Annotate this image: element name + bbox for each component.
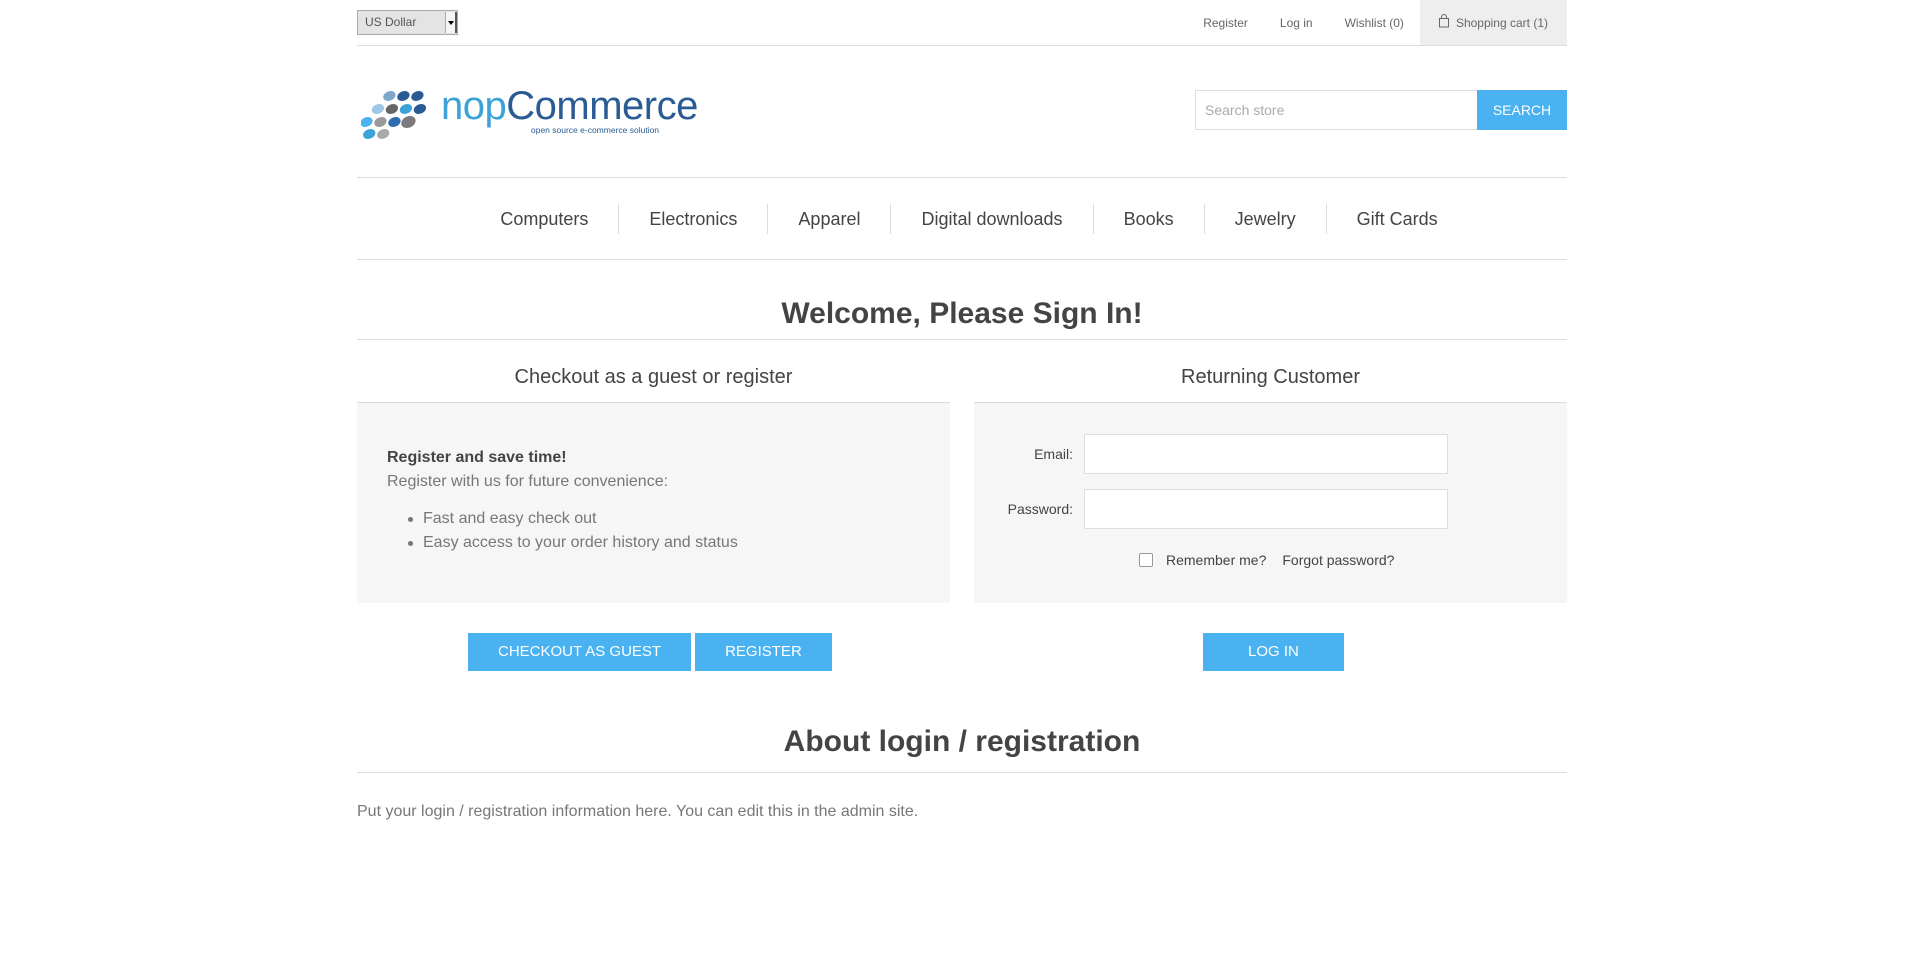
menu-item-electronics[interactable]: Electronics xyxy=(618,203,767,234)
list-item: Easy access to your order history and st… xyxy=(387,531,738,555)
email-row: Email: xyxy=(974,434,1448,474)
register-headline: Register and save time! xyxy=(387,449,567,466)
menu-item-gift-cards[interactable]: Gift Cards xyxy=(1325,203,1468,234)
search-button[interactable]: SEARCH xyxy=(1477,90,1567,130)
header-links: Register Log in Wishlist (0) Shopping ca… xyxy=(1187,0,1567,45)
remember-me-label[interactable]: Remember me? xyxy=(1166,552,1266,568)
returning-customer-section: Returning Customer Email: Password: Reme… xyxy=(974,340,1567,603)
register-description: Register with us for future convenience: xyxy=(387,473,669,490)
returning-section-title: Returning Customer xyxy=(974,340,1567,403)
checkout-as-guest-button[interactable]: CHECKOUT AS GUEST xyxy=(468,633,692,671)
menu-item-digital-downloads[interactable]: Digital downloads xyxy=(890,203,1092,234)
logo-wordmark-nop: nop xyxy=(441,84,507,128)
guest-buttons: CHECKOUT AS GUEST REGISTER xyxy=(468,633,832,671)
login-form: Email: Password: Remember me? Forgot pas… xyxy=(974,403,1567,603)
logo-wordmark-commerce: Commerce xyxy=(506,84,698,128)
shopping-cart-label: Shopping cart (1) xyxy=(1455,15,1548,30)
remember-me-checkbox[interactable] xyxy=(1139,553,1153,567)
register-button[interactable]: REGISTER xyxy=(695,633,832,671)
forgot-password-link[interactable]: Forgot password? xyxy=(1282,552,1394,568)
list-item: Fast and easy check out xyxy=(387,507,738,531)
logo-wordmark: nopCommerce xyxy=(441,82,698,130)
menu-item-books[interactable]: Books xyxy=(1092,203,1204,234)
header-lower: nopCommerce open source e-commerce solut… xyxy=(357,46,1567,178)
logo-tagline: open source e-commerce solution xyxy=(531,125,660,135)
logo-dots-icon xyxy=(361,91,427,139)
guest-section-title: Checkout as a guest or register xyxy=(357,340,950,403)
header-upper: US Dollar Register Log in Wishlist (0) S… xyxy=(357,0,1567,46)
register-link[interactable]: Register xyxy=(1187,0,1264,45)
currency-select[interactable]: US Dollar xyxy=(357,10,458,35)
menu-item-computers[interactable]: Computers xyxy=(469,204,618,234)
guest-register-section: Checkout as a guest or register Register… xyxy=(357,340,950,603)
login-link[interactable]: Log in xyxy=(1264,0,1329,45)
password-row: Password: xyxy=(974,489,1448,529)
shopping-bag-icon xyxy=(1438,13,1450,28)
currency-selected-value: US Dollar xyxy=(365,15,417,29)
shopping-cart-link[interactable]: Shopping cart (1) xyxy=(1419,0,1567,45)
search-box: SEARCH xyxy=(1195,90,1567,130)
remember-row: Remember me? Forgot password? xyxy=(1139,552,1394,568)
search-input[interactable] xyxy=(1195,90,1477,130)
email-label: Email: xyxy=(1034,446,1073,462)
menu-item-apparel[interactable]: Apparel xyxy=(767,203,890,234)
register-benefits-list: Fast and easy check out Easy access to y… xyxy=(387,507,738,555)
guest-section-body: Register and save time! Register with us… xyxy=(357,403,950,603)
top-menu: Computers Electronics Apparel Digital do… xyxy=(357,178,1567,260)
password-label: Password: xyxy=(1007,501,1073,517)
password-field[interactable] xyxy=(1084,489,1448,529)
chevron-down-icon xyxy=(445,12,457,33)
about-title: About login / registration xyxy=(357,674,1567,773)
page-title: Welcome, Please Sign In! xyxy=(357,260,1567,340)
login-button[interactable]: LOG IN xyxy=(1203,633,1344,671)
store-logo[interactable]: nopCommerce open source e-commerce solut… xyxy=(361,82,698,142)
login-buttons: LOG IN xyxy=(1203,633,1344,671)
menu-item-jewelry[interactable]: Jewelry xyxy=(1203,203,1326,234)
wishlist-link[interactable]: Wishlist (0) xyxy=(1329,0,1420,45)
page: US Dollar Register Log in Wishlist (0) S… xyxy=(357,0,1567,823)
about-text: Put your login / registration informatio… xyxy=(357,803,919,820)
email-field[interactable] xyxy=(1084,434,1448,474)
login-columns: Checkout as a guest or register Register… xyxy=(357,340,1567,674)
